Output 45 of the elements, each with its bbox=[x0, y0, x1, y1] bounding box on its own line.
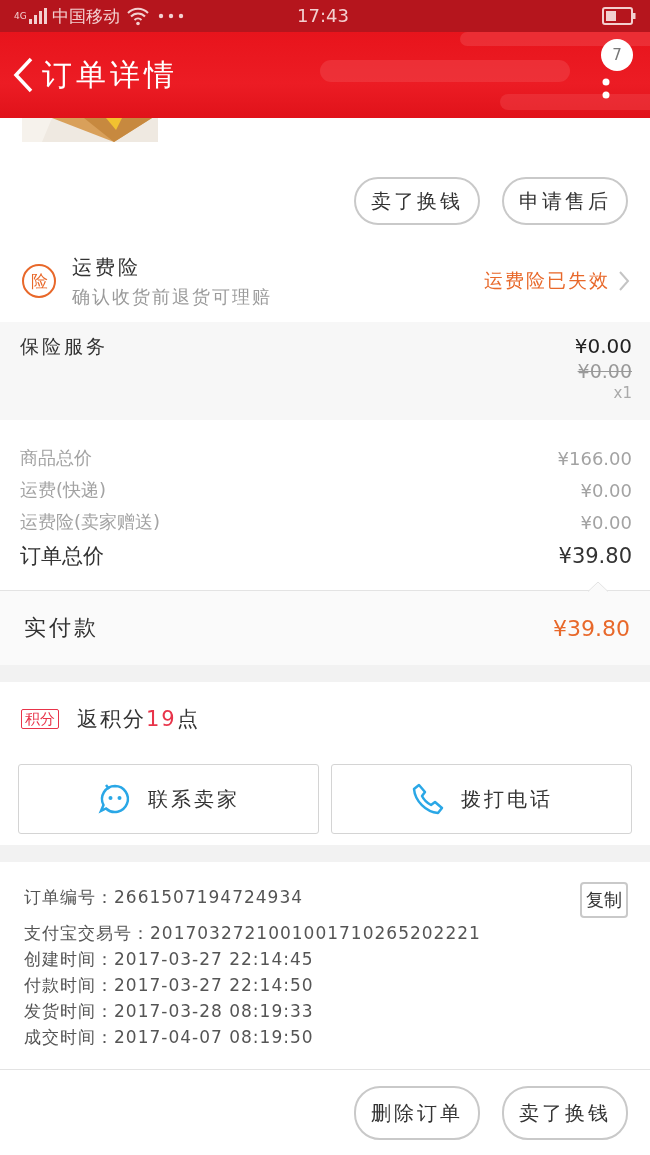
clock-time: 17:43 bbox=[297, 5, 349, 26]
copy-button[interactable]: 复制 bbox=[580, 882, 628, 918]
price-label: 商品总价 bbox=[20, 446, 92, 470]
quantity-label: x1 bbox=[613, 384, 632, 402]
contact-button[interactable]: 联系卖家 bbox=[18, 764, 319, 834]
network-label: 4G bbox=[14, 11, 27, 21]
action-button[interactable]: 卖了换钱 bbox=[354, 177, 480, 225]
order-info-line: 成交时间：2017-04-07 08:19:50 bbox=[24, 1026, 314, 1049]
battery-icon bbox=[602, 7, 636, 25]
action-button[interactable]: 删除订单 bbox=[354, 1086, 480, 1140]
price-value: ¥0.00 bbox=[580, 511, 632, 533]
price-value: ¥39.80 bbox=[558, 544, 632, 568]
signal-bars-icon bbox=[27, 8, 48, 24]
original-price: ¥0.00 bbox=[577, 360, 632, 382]
order-info-line: 发货时间：2017-03-28 08:19:33 bbox=[24, 1000, 314, 1023]
chevron-right-icon bbox=[618, 270, 630, 292]
action-button[interactable]: 申请售后 bbox=[502, 177, 628, 225]
price-label: 运费险(卖家赠送) bbox=[20, 510, 161, 534]
order-info-line: 订单编号：2661507194724934 bbox=[24, 886, 304, 909]
price-label: 订单总价 bbox=[20, 543, 104, 570]
order-info-line: 创建时间：2017-03-27 22:14:45 bbox=[24, 948, 314, 971]
more-dots-icon bbox=[157, 13, 184, 19]
contact-button[interactable]: 拨打电话 bbox=[331, 764, 632, 834]
page-title: 订单详情 bbox=[42, 55, 178, 94]
price-label: 运费(快递) bbox=[20, 478, 107, 502]
wifi-icon bbox=[125, 6, 150, 26]
price-value: ¥0.00 bbox=[580, 479, 632, 501]
insurance-badge: 险 bbox=[22, 264, 56, 298]
carrier-name: 中国移动 bbox=[51, 4, 120, 28]
back-button[interactable] bbox=[12, 57, 34, 93]
points-tag: 积分 bbox=[21, 709, 59, 729]
insurance-title: 运费险 bbox=[72, 253, 142, 281]
paid-label: 实付款 bbox=[24, 614, 99, 642]
paid-amount: ¥39.80 bbox=[553, 615, 630, 641]
points-text: 返积分 19 点 bbox=[77, 706, 200, 733]
phone-icon bbox=[410, 782, 445, 816]
insurance-subtitle: 确认收货前退货可理赔 bbox=[72, 284, 272, 309]
service-price: ¥0.00 bbox=[574, 334, 632, 358]
price-value: ¥166.00 bbox=[557, 447, 632, 469]
chat-bubble-icon bbox=[97, 782, 132, 816]
order-info-line: 付款时间：2017-03-27 22:14:50 bbox=[24, 974, 314, 997]
message-count-badge: 7 bbox=[601, 39, 633, 71]
action-button[interactable]: 卖了换钱 bbox=[502, 1086, 628, 1140]
service-label: 保险服务 bbox=[20, 334, 108, 359]
order-info-line: 支付宝交易号：2017032721001001710265202221 bbox=[24, 922, 481, 945]
